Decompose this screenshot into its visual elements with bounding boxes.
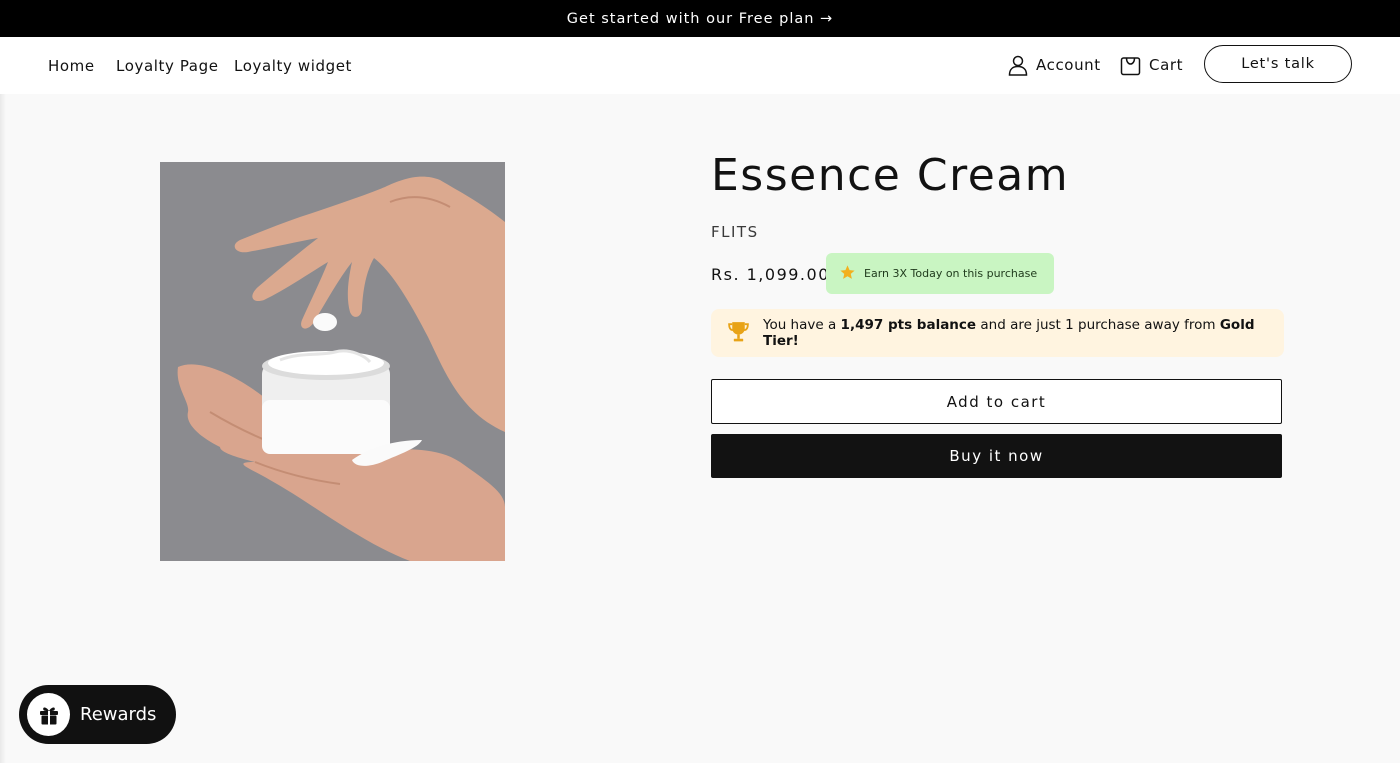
earn-badge-text: Earn 3X Today on this purchase <box>864 267 1038 280</box>
points-balance: 1,497 pts balance <box>840 317 977 333</box>
buy-now-button[interactable]: Buy it now <box>711 434 1282 478</box>
nav-loyalty-page-link[interactable]: Loyalty Page <box>116 57 219 75</box>
tier-progress-message: You have a 1,497 pts balance and are jus… <box>711 309 1284 357</box>
account-icon <box>1008 54 1028 76</box>
rewards-launcher-button[interactable]: Rewards <box>19 685 176 744</box>
tier-message-text: You have a 1,497 pts balance and are jus… <box>763 317 1255 349</box>
page-edge-shadow <box>0 94 6 763</box>
trophy-icon <box>726 319 751 348</box>
nav-loyalty-widget-link[interactable]: Loyalty widget <box>234 57 352 75</box>
gift-icon <box>27 693 70 736</box>
rewards-label: Rewards <box>80 704 157 725</box>
product-vendor: FLITS <box>711 223 759 241</box>
product-image[interactable] <box>160 162 505 561</box>
nav-home-link[interactable]: Home <box>48 57 95 75</box>
add-to-cart-label: Add to cart <box>946 392 1047 411</box>
cart-icon <box>1120 54 1141 76</box>
account-link[interactable]: Account <box>1008 54 1101 76</box>
lets-talk-button[interactable]: Let's talk <box>1204 45 1352 83</box>
announcement-text[interactable]: Get started with our Free plan → <box>567 11 833 27</box>
product-title: Essence Cream <box>711 150 1070 201</box>
product-price: Rs. 1,099.00 <box>711 265 830 284</box>
earn-points-badge: Earn 3X Today on this purchase <box>826 253 1054 294</box>
buy-now-label: Buy it now <box>949 447 1044 465</box>
cart-label: Cart <box>1149 56 1184 74</box>
cart-link[interactable]: Cart <box>1120 54 1183 76</box>
site-header: Home Loyalty Page Loyalty widget Account… <box>0 37 1400 94</box>
account-label: Account <box>1036 56 1101 74</box>
announcement-bar[interactable]: Get started with our Free plan → <box>0 0 1400 37</box>
add-to-cart-button[interactable]: Add to cart <box>711 379 1282 424</box>
star-icon <box>839 264 856 284</box>
lets-talk-label: Let's talk <box>1241 56 1315 72</box>
